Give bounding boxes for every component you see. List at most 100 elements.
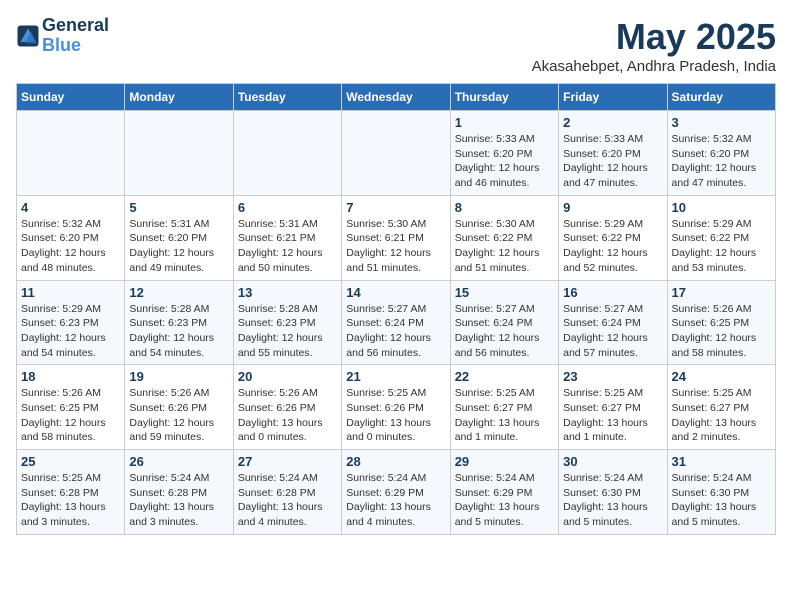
calendar-week-5: 25 Sunrise: 5:25 AM Sunset: 6:28 PM Dayli… [17, 450, 776, 535]
day-number: 30 [563, 454, 662, 469]
day-number: 8 [455, 200, 554, 215]
day-info: Sunrise: 5:31 AM Sunset: 6:20 PM Dayligh… [129, 217, 228, 276]
day-header-wednesday: Wednesday [342, 84, 450, 111]
day-header-tuesday: Tuesday [233, 84, 341, 111]
calendar-cell: 4 Sunrise: 5:32 AM Sunset: 6:20 PM Daylig… [17, 195, 125, 280]
calendar-cell: 18 Sunrise: 5:26 AM Sunset: 6:25 PM Dayli… [17, 365, 125, 450]
day-info: Sunrise: 5:26 AM Sunset: 6:25 PM Dayligh… [21, 386, 120, 445]
day-header-thursday: Thursday [450, 84, 558, 111]
day-number: 20 [238, 369, 337, 384]
calendar-cell: 19 Sunrise: 5:26 AM Sunset: 6:26 PM Dayli… [125, 365, 233, 450]
calendar-cell: 20 Sunrise: 5:26 AM Sunset: 6:26 PM Dayli… [233, 365, 341, 450]
day-info: Sunrise: 5:25 AM Sunset: 6:28 PM Dayligh… [21, 471, 120, 530]
day-info: Sunrise: 5:30 AM Sunset: 6:22 PM Dayligh… [455, 217, 554, 276]
day-info: Sunrise: 5:27 AM Sunset: 6:24 PM Dayligh… [346, 302, 445, 361]
day-number: 23 [563, 369, 662, 384]
day-number: 9 [563, 200, 662, 215]
day-number: 6 [238, 200, 337, 215]
day-number: 18 [21, 369, 120, 384]
day-number: 3 [672, 115, 771, 130]
calendar-cell: 9 Sunrise: 5:29 AM Sunset: 6:22 PM Daylig… [559, 195, 667, 280]
day-header-saturday: Saturday [667, 84, 775, 111]
day-number: 28 [346, 454, 445, 469]
calendar-cell [342, 111, 450, 196]
calendar-cell: 28 Sunrise: 5:24 AM Sunset: 6:29 PM Dayli… [342, 450, 450, 535]
day-info: Sunrise: 5:29 AM Sunset: 6:22 PM Dayligh… [563, 217, 662, 276]
day-number: 5 [129, 200, 228, 215]
day-info: Sunrise: 5:27 AM Sunset: 6:24 PM Dayligh… [455, 302, 554, 361]
day-number: 11 [21, 285, 120, 300]
day-header-monday: Monday [125, 84, 233, 111]
day-number: 2 [563, 115, 662, 130]
calendar-cell: 16 Sunrise: 5:27 AM Sunset: 6:24 PM Dayli… [559, 280, 667, 365]
day-number: 31 [672, 454, 771, 469]
day-info: Sunrise: 5:28 AM Sunset: 6:23 PM Dayligh… [238, 302, 337, 361]
day-info: Sunrise: 5:26 AM Sunset: 6:25 PM Dayligh… [672, 302, 771, 361]
day-number: 21 [346, 369, 445, 384]
day-info: Sunrise: 5:29 AM Sunset: 6:22 PM Dayligh… [672, 217, 771, 276]
day-info: Sunrise: 5:33 AM Sunset: 6:20 PM Dayligh… [563, 132, 662, 191]
calendar-cell: 21 Sunrise: 5:25 AM Sunset: 6:26 PM Dayli… [342, 365, 450, 450]
calendar-week-3: 11 Sunrise: 5:29 AM Sunset: 6:23 PM Dayli… [17, 280, 776, 365]
calendar-week-1: 1 Sunrise: 5:33 AM Sunset: 6:20 PM Daylig… [17, 111, 776, 196]
calendar-cell: 26 Sunrise: 5:24 AM Sunset: 6:28 PM Dayli… [125, 450, 233, 535]
day-info: Sunrise: 5:26 AM Sunset: 6:26 PM Dayligh… [129, 386, 228, 445]
day-number: 17 [672, 285, 771, 300]
day-info: Sunrise: 5:24 AM Sunset: 6:28 PM Dayligh… [129, 471, 228, 530]
calendar-cell: 11 Sunrise: 5:29 AM Sunset: 6:23 PM Dayli… [17, 280, 125, 365]
logo: General Blue [16, 16, 109, 56]
day-number: 25 [21, 454, 120, 469]
day-number: 16 [563, 285, 662, 300]
day-number: 1 [455, 115, 554, 130]
day-header-sunday: Sunday [17, 84, 125, 111]
location-title: Akasahebpet, Andhra Pradesh, India [532, 58, 776, 75]
day-info: Sunrise: 5:30 AM Sunset: 6:21 PM Dayligh… [346, 217, 445, 276]
calendar-week-2: 4 Sunrise: 5:32 AM Sunset: 6:20 PM Daylig… [17, 195, 776, 280]
day-number: 26 [129, 454, 228, 469]
calendar-cell [17, 111, 125, 196]
calendar-cell: 31 Sunrise: 5:24 AM Sunset: 6:30 PM Dayli… [667, 450, 775, 535]
calendar-cell: 29Sunrise: 5:24 AM Sunset: 6:29 PM Dayli… [450, 450, 558, 535]
day-info: Sunrise: 5:25 AM Sunset: 6:27 PM Dayligh… [672, 386, 771, 445]
day-info: Sunrise: 5:32 AM Sunset: 6:20 PM Dayligh… [21, 217, 120, 276]
day-info: Sunrise: 5:28 AM Sunset: 6:23 PM Dayligh… [129, 302, 228, 361]
day-info: Sunrise: 5:32 AM Sunset: 6:20 PM Dayligh… [672, 132, 771, 191]
day-number: 4 [21, 200, 120, 215]
day-info: Sunrise: 5:26 AM Sunset: 6:26 PM Dayligh… [238, 386, 337, 445]
day-number: 10 [672, 200, 771, 215]
calendar-cell [233, 111, 341, 196]
calendar-cell: 22Sunrise: 5:25 AM Sunset: 6:27 PM Dayli… [450, 365, 558, 450]
calendar-cell: 25 Sunrise: 5:25 AM Sunset: 6:28 PM Dayli… [17, 450, 125, 535]
calendar-cell: 3 Sunrise: 5:32 AM Sunset: 6:20 PM Daylig… [667, 111, 775, 196]
calendar-cell: 13 Sunrise: 5:28 AM Sunset: 6:23 PM Dayli… [233, 280, 341, 365]
day-header-friday: Friday [559, 84, 667, 111]
calendar-cell: 24Sunrise: 5:25 AM Sunset: 6:27 PM Dayli… [667, 365, 775, 450]
day-number: 15 [455, 285, 554, 300]
day-number: 19 [129, 369, 228, 384]
day-info: Sunrise: 5:24 AM Sunset: 6:29 PM Dayligh… [346, 471, 445, 530]
logo-line1: General [42, 16, 109, 36]
calendar-table: SundayMondayTuesdayWednesdayThursdayFrid… [16, 83, 776, 535]
day-info: Sunrise: 5:24 AM Sunset: 6:28 PM Dayligh… [238, 471, 337, 530]
calendar-cell: 12 Sunrise: 5:28 AM Sunset: 6:23 PM Dayli… [125, 280, 233, 365]
day-info: Sunrise: 5:31 AM Sunset: 6:21 PM Dayligh… [238, 217, 337, 276]
calendar-week-4: 18 Sunrise: 5:26 AM Sunset: 6:25 PM Dayli… [17, 365, 776, 450]
day-info: Sunrise: 5:24 AM Sunset: 6:30 PM Dayligh… [672, 471, 771, 530]
title-area: May 2025 Akasahebpet, Andhra Pradesh, In… [532, 16, 776, 75]
calendar-cell: 2 Sunrise: 5:33 AM Sunset: 6:20 PM Daylig… [559, 111, 667, 196]
month-title: May 2025 [532, 16, 776, 58]
logo-line2: Blue [42, 36, 109, 56]
day-number: 12 [129, 285, 228, 300]
header: General Blue May 2025 Akasahebpet, Andhr… [16, 16, 776, 75]
day-number: 22 [455, 369, 554, 384]
calendar-cell: 6 Sunrise: 5:31 AM Sunset: 6:21 PM Daylig… [233, 195, 341, 280]
day-number: 13 [238, 285, 337, 300]
day-info: Sunrise: 5:29 AM Sunset: 6:23 PM Dayligh… [21, 302, 120, 361]
day-info: Sunrise: 5:25 AM Sunset: 6:26 PM Dayligh… [346, 386, 445, 445]
calendar-cell: 1Sunrise: 5:33 AM Sunset: 6:20 PM Daylig… [450, 111, 558, 196]
calendar-cell: 17 Sunrise: 5:26 AM Sunset: 6:25 PM Dayli… [667, 280, 775, 365]
day-info: Sunrise: 5:27 AM Sunset: 6:24 PM Dayligh… [563, 302, 662, 361]
logo-icon [16, 24, 40, 48]
calendar-cell: 7Sunrise: 5:30 AM Sunset: 6:21 PM Daylig… [342, 195, 450, 280]
calendar-cell: 15 Sunrise: 5:27 AM Sunset: 6:24 PM Dayli… [450, 280, 558, 365]
